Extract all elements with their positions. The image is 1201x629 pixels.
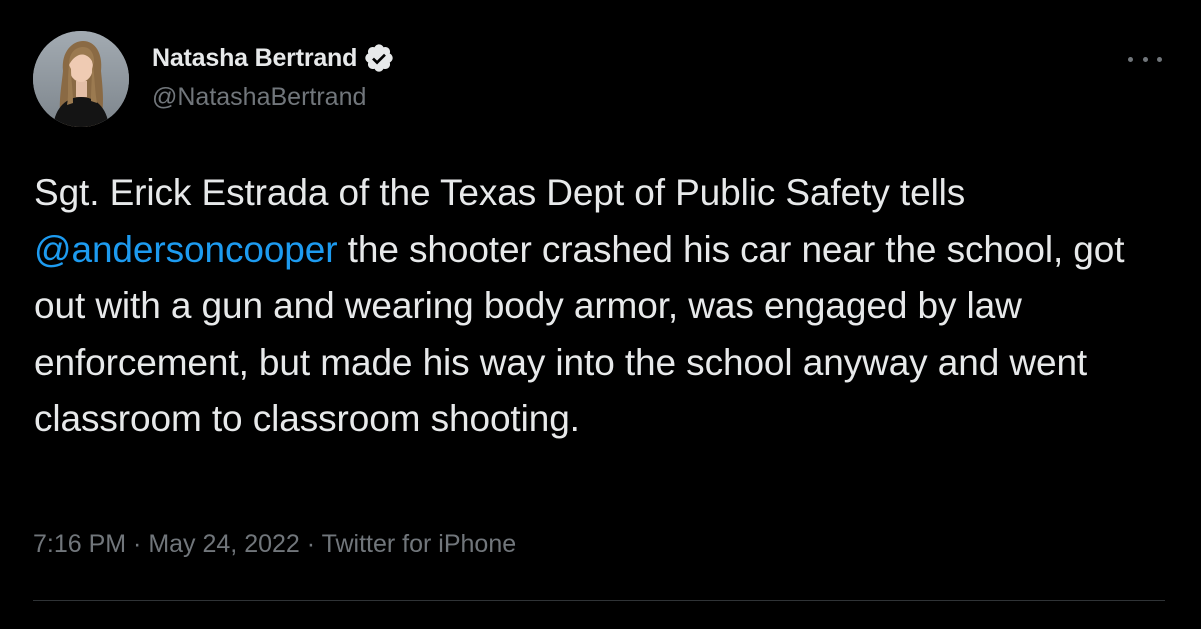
more-dot — [1128, 56, 1133, 62]
more-options-icon[interactable] — [1128, 52, 1162, 66]
tweet-card: Natasha Bertrand @NatashaBertrand Sgt. E… — [0, 0, 1201, 629]
mention-link[interactable]: @andersoncooper — [34, 229, 338, 270]
avatar[interactable] — [33, 31, 129, 127]
meta-separator: · — [299, 530, 322, 558]
verified-badge-icon — [363, 42, 395, 74]
meta-separator: · — [126, 530, 149, 558]
tweet-source[interactable]: Twitter for iPhone — [322, 530, 517, 558]
more-dot — [1157, 56, 1162, 62]
tweet-text-part: Sgt. Erick Estrada of the Texas Dept of … — [34, 172, 966, 213]
more-dot — [1142, 56, 1148, 62]
display-name[interactable]: Natasha Bertrand — [152, 44, 357, 73]
author-row: Natasha Bertrand — [152, 41, 395, 75]
user-handle[interactable]: @NatashaBertrand — [152, 83, 366, 112]
avatar-image — [33, 31, 129, 127]
tweet-meta: 7:16 PM · May 24, 2022 · Twitter for iPh… — [33, 530, 516, 559]
tweet-date[interactable]: May 24, 2022 — [148, 530, 300, 558]
divider — [33, 600, 1165, 601]
tweet-time[interactable]: 7:16 PM — [33, 530, 126, 558]
tweet-text: Sgt. Erick Estrada of the Texas Dept of … — [34, 165, 1174, 448]
